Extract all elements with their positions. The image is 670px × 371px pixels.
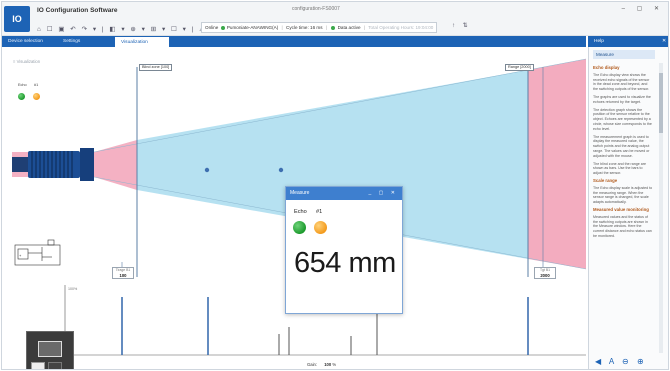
gain-unit: % xyxy=(332,362,337,367)
target-1-label: #1 xyxy=(34,83,39,87)
app-window: IO IO Configuration Software configurati… xyxy=(1,1,669,370)
measure-dialog: Measure _ ▢ ✕ Echo #1 654 mm xyxy=(285,186,403,314)
blind-zone-value-box[interactable]: Tirage B1 100 xyxy=(112,267,134,279)
svg-text:+: + xyxy=(19,253,22,258)
help-paragraph: Measured values and the status of the sw… xyxy=(593,214,652,238)
help-heading: Measured value monitoring xyxy=(593,206,649,212)
window-title: configuration-FS0007 xyxy=(292,6,340,12)
separator: | xyxy=(281,25,283,30)
measure-dialog-header[interactable]: Measure _ ▢ ✕ xyxy=(286,187,402,200)
help-paragraph: The graphs are used to visualize the ech… xyxy=(593,94,651,104)
data-active-label: Data active xyxy=(337,25,361,30)
blind-zone-label[interactable]: Blind zone [100] xyxy=(139,64,173,71)
dialog-target-1-label: #1 xyxy=(316,209,323,215)
save-icon[interactable] xyxy=(31,362,45,369)
help-panel-title: Help xyxy=(594,39,604,44)
sync-icons[interactable]: ↑ ⇅ xyxy=(452,22,471,29)
gain-readout: Gain: 100 % xyxy=(307,362,336,367)
camera-icon[interactable] xyxy=(48,362,62,369)
device-label: Pumoniate-ANAWING(A) xyxy=(226,25,279,30)
help-panel-header: Help ✕ xyxy=(588,36,668,47)
dialog-target-1-led-icon xyxy=(314,221,327,234)
dialog-echo-label: Echo xyxy=(294,209,307,215)
svg-text:100%: 100% xyxy=(68,287,78,291)
close-icon[interactable]: ✕ xyxy=(662,36,666,47)
scrollbar-thumb[interactable] xyxy=(659,73,663,133)
help-panel: Measure Echo display The Echo display vi… xyxy=(588,47,668,369)
echo-point xyxy=(204,167,210,173)
range-value-box[interactable]: Tgt B1 2000 xyxy=(534,267,556,279)
online-label: Online xyxy=(205,25,219,30)
blind-zone-value: 100 xyxy=(119,273,127,278)
help-paragraph: The Echo display view shows the received… xyxy=(593,72,650,92)
tab-visualization[interactable]: Visualization xyxy=(114,36,170,47)
echo-led-icon xyxy=(18,93,25,100)
breadcrumb[interactable]: ≡ Visualization xyxy=(13,59,40,64)
range-value: 2000 xyxy=(540,273,550,278)
dialog-echo-led-icon xyxy=(293,221,306,234)
echo-point xyxy=(278,167,284,173)
help-paragraph: The measurement graph is used to display… xyxy=(593,134,650,158)
measured-distance: 654 mm xyxy=(294,247,396,279)
tab-device-selection[interactable]: Device selection xyxy=(2,36,52,47)
preview-frame xyxy=(38,341,62,357)
help-paragraph: The detection graph shows the position o… xyxy=(593,107,652,131)
help-scrollbar[interactable] xyxy=(659,63,663,353)
operating-hours-label: Total Operating Hours: 19:04:00 xyxy=(368,25,434,30)
help-heading: Scale range xyxy=(593,177,618,183)
visualization-canvas: + 100% ≡ Visualization Echo #1 Blind zon… xyxy=(2,47,586,369)
help-heading: Echo display xyxy=(593,65,620,70)
help-text: Echo display The Echo display view shows… xyxy=(593,63,653,353)
app-logo: IO xyxy=(4,6,30,32)
measure-dialog-title: Measure xyxy=(290,190,310,196)
range-label[interactable]: Range [2000] xyxy=(505,64,534,71)
echo-label: Echo xyxy=(18,83,27,87)
cycle-time-label: Cycle time: 16 ms xyxy=(286,25,323,30)
tab-settings[interactable]: Settings xyxy=(57,36,109,47)
out-of-range-area xyxy=(528,59,586,269)
separator: | xyxy=(325,25,328,30)
tab-bar: Device selection Settings Visualization xyxy=(2,36,586,47)
wiring-diagram-icon xyxy=(14,239,61,266)
connection-status-bar: Online Pumoniate-ANAWING(A) | Cycle time… xyxy=(201,22,438,33)
app-title: IO Configuration Software xyxy=(37,7,118,14)
help-paragraph: The blind zone and the range are shown a… xyxy=(593,161,646,176)
data-status-icon xyxy=(331,25,336,30)
quick-access-toolbar[interactable]: ⌂ ☐ ▣ ↶ ↷ ▾ | ◧ ▾ ⊕ ▾ ⊞ ▾ ☐ ▾ | ⚠ ⓘ xyxy=(37,23,219,33)
gain-value: 100 xyxy=(324,362,332,367)
help-panel-section-title: Measure xyxy=(593,50,655,59)
separator: | xyxy=(363,25,366,30)
online-status-icon xyxy=(220,25,225,30)
window-controls[interactable]: – ▢ ✕ xyxy=(622,5,664,12)
help-toolbar[interactable]: ◀ A ⊖ ⊕ xyxy=(595,357,647,366)
video-preview[interactable] xyxy=(26,331,74,369)
dialog-controls[interactable]: _ ▢ ✕ xyxy=(369,187,398,200)
gain-label: Gain: xyxy=(307,362,318,367)
help-paragraph: The Echo display scale is adjusted to th… xyxy=(593,185,653,205)
target-1-led-icon xyxy=(33,93,40,100)
title-bar: IO IO Configuration Software configurati… xyxy=(2,2,668,36)
